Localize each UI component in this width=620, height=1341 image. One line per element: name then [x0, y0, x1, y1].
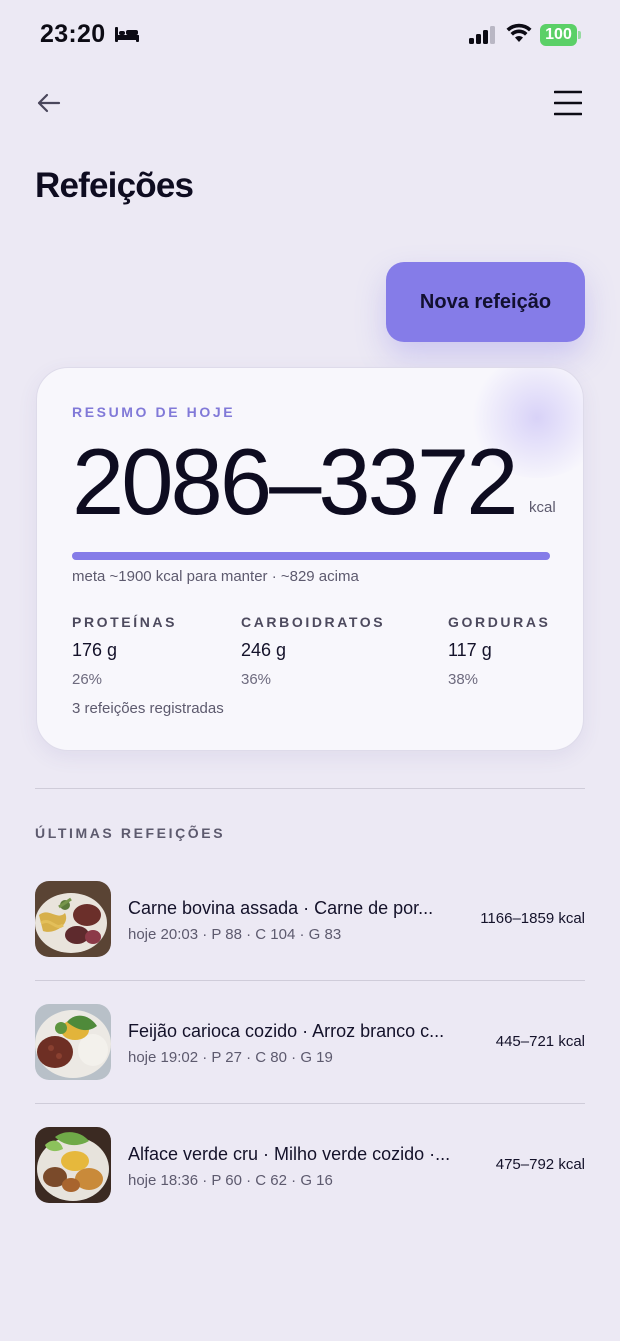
recent-meals-title: ÚLTIMAS REFEIÇÕES	[35, 825, 226, 841]
meal-photo-icon	[35, 881, 111, 957]
macro-fat: GORDURAS 117 g 38%	[448, 614, 550, 688]
new-meal-button[interactable]: Nova refeição	[386, 262, 585, 342]
macro-value: 246 g	[241, 640, 287, 660]
meal-meta: hoje 19:02 · P 27 · C 80 · G 19	[128, 1049, 333, 1066]
macro-value: 117 g	[448, 640, 492, 660]
status-time: 23:20	[40, 20, 106, 48]
meal-list-item[interactable]: Carne bovina assada · Carne de por... ho…	[35, 881, 585, 957]
macro-percent: 26%	[72, 671, 103, 688]
meal-meta: hoje 20:03 · P 88 · C 104 · G 83	[128, 926, 342, 943]
meal-kcal: 1166–1859 kcal	[480, 910, 585, 927]
calorie-progress-fill	[72, 552, 550, 560]
list-divider	[35, 1103, 585, 1104]
back-button[interactable]	[30, 84, 68, 122]
meal-list-item[interactable]: Alface verde cru · Milho verde cozido ·.…	[35, 1127, 585, 1203]
macro-percent: 38%	[448, 671, 479, 688]
menu-button[interactable]	[548, 84, 588, 122]
bed-icon	[115, 27, 139, 42]
status-bar: 23:20 100	[0, 0, 620, 70]
page-title: Refeições	[35, 166, 194, 205]
hamburger-menu-icon	[554, 90, 582, 116]
kcal-range-value: 2086–3372	[72, 429, 519, 534]
battery-cap	[578, 31, 581, 39]
macro-label: PROTEÍNAS	[72, 614, 178, 630]
arrow-left-icon	[37, 93, 61, 113]
macro-protein: PROTEÍNAS 176 g 26%	[72, 614, 177, 688]
wifi-icon	[506, 23, 532, 42]
macro-label: CARBOIDRATOS	[241, 614, 386, 630]
meal-count: 3 refeições registradas	[72, 700, 224, 717]
macro-label: GORDURAS	[448, 614, 551, 630]
meal-photo-icon	[35, 1004, 111, 1080]
summary-label: RESUMO DE HOJE	[72, 404, 236, 420]
macro-carbs: CARBOIDRATOS 246 g 36%	[241, 614, 385, 688]
meal-kcal: 445–721 kcal	[495, 1033, 585, 1050]
calorie-progress-bar	[72, 552, 550, 560]
meal-kcal: 475–792 kcal	[495, 1156, 585, 1173]
meal-name: Carne bovina assada · Carne de por...	[128, 898, 434, 918]
macro-percent: 36%	[241, 671, 272, 688]
meal-meta: hoje 18:36 · P 60 · C 62 · G 16	[128, 1172, 333, 1189]
meal-photo-icon	[35, 1127, 111, 1203]
macro-value: 176 g	[72, 640, 118, 660]
list-divider	[35, 980, 585, 981]
meal-list-item[interactable]: Feijão carioca cozido · Arroz branco c..…	[35, 1004, 585, 1080]
meal-name: Feijão carioca cozido · Arroz branco c..…	[128, 1021, 445, 1041]
battery-indicator: 100	[540, 24, 581, 46]
meal-name: Alface verde cru · Milho verde cozido ·.…	[128, 1144, 451, 1164]
goal-text: meta ~1900 kcal para manter · ~829 acima	[72, 568, 359, 585]
battery-level: 100	[540, 24, 577, 46]
today-summary-card: RESUMO DE HOJE 2086–3372 kcal meta ~1900…	[36, 367, 584, 751]
kcal-unit: kcal	[529, 499, 556, 516]
section-divider	[35, 788, 585, 789]
cellular-signal-icon	[469, 26, 495, 44]
